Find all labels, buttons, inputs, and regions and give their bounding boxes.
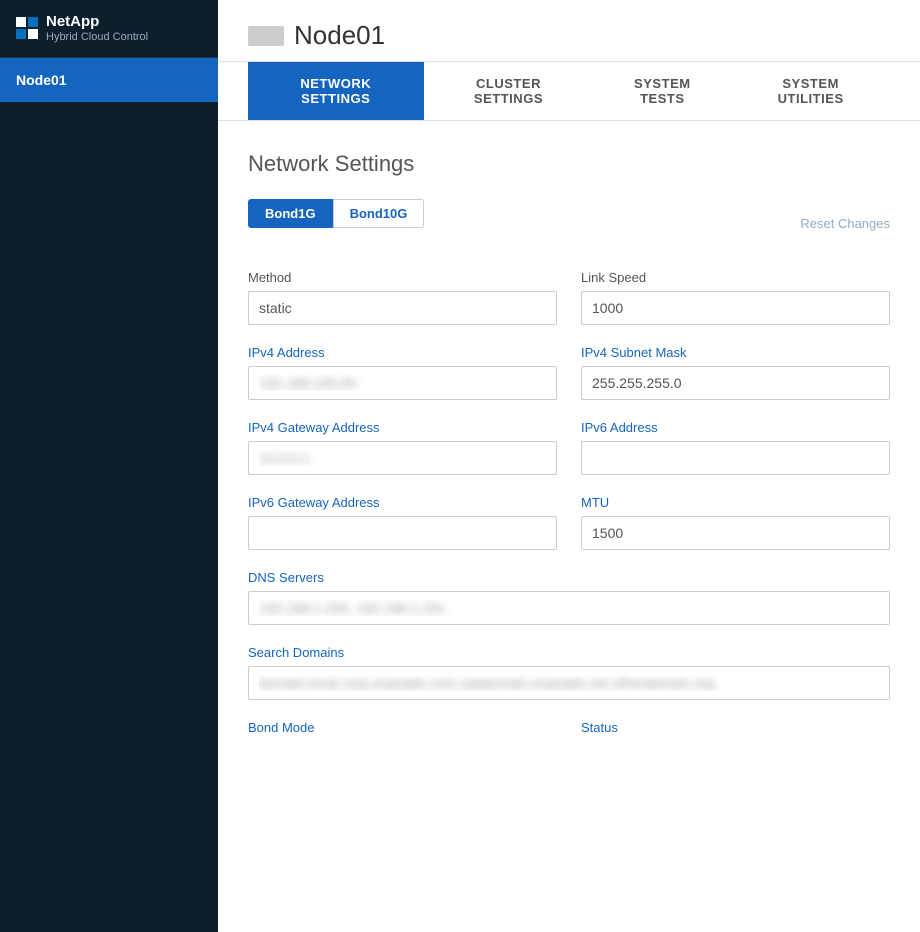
ipv4-subnet-group: IPv4 Subnet Mask [581, 345, 890, 400]
ipv4-address-input[interactable] [248, 366, 557, 400]
bond-mode-group: Bond Mode [248, 720, 557, 735]
sidebar: NetApp Hybrid Cloud Control Node01 [0, 0, 218, 932]
search-domains-group: Search Domains [248, 645, 890, 700]
tabs-bar: NETWORK SETTINGS CLUSTER SETTINGS SYSTEM… [218, 62, 920, 121]
ipv4-subnet-label: IPv4 Subnet Mask [581, 345, 890, 360]
netapp-logo-icon [16, 17, 38, 39]
ipv6-gateway-input[interactable] [248, 516, 557, 550]
app-subtitle: Hybrid Cloud Control [46, 31, 148, 43]
bond-mode-status-row: Bond Mode Status [248, 720, 890, 735]
mtu-group: MTU [581, 495, 890, 550]
dns-servers-label: DNS Servers [248, 570, 890, 585]
node-icon [248, 26, 284, 46]
main-content: Node01 NETWORK SETTINGS CLUSTER SETTINGS… [218, 0, 920, 932]
mtu-label: MTU [581, 495, 890, 510]
ipv4-gateway-label: IPv4 Gateway Address [248, 420, 557, 435]
ipv6-address-label: IPv6 Address [581, 420, 890, 435]
status-label: Status [581, 720, 890, 735]
link-speed-group: Link Speed [581, 270, 890, 325]
search-domains-input[interactable] [248, 666, 890, 700]
link-speed-label: Link Speed [581, 270, 890, 285]
sidebar-logo-text: NetApp Hybrid Cloud Control [46, 14, 148, 43]
mtu-input[interactable] [581, 516, 890, 550]
ipv6-gateway-mtu-row: IPv6 Gateway Address MTU [248, 495, 890, 550]
ipv4-address-label: IPv4 Address [248, 345, 557, 360]
tab-system-tests[interactable]: SYSTEM TESTS [593, 62, 731, 120]
link-speed-input[interactable] [581, 291, 890, 325]
dns-servers-input[interactable] [248, 591, 890, 625]
ipv6-gateway-group: IPv6 Gateway Address [248, 495, 557, 550]
status-group: Status [581, 720, 890, 735]
ipv4-gateway-group: IPv4 Gateway Address [248, 420, 557, 475]
content-area: Network Settings Bond1G Bond10G Reset Ch… [218, 121, 920, 785]
app-name: NetApp [46, 14, 148, 31]
bond-tab-1g[interactable]: Bond1G [248, 199, 333, 228]
ipv6-address-group: IPv6 Address [581, 420, 890, 475]
bond-mode-label: Bond Mode [248, 720, 557, 735]
method-group: Method [248, 270, 557, 325]
section-title: Network Settings [248, 151, 890, 177]
tab-network-settings[interactable]: NETWORK SETTINGS [248, 62, 424, 120]
method-linkspeed-row: Method Link Speed [248, 270, 890, 325]
sidebar-node-item[interactable]: Node01 [0, 58, 218, 102]
bond-tabs-row: Bond1G Bond10G Reset Changes [248, 199, 890, 248]
page-header: Node01 [218, 0, 920, 62]
ipv6-address-input[interactable] [581, 441, 890, 475]
ipv4-gateway-input[interactable] [248, 441, 557, 475]
method-input[interactable] [248, 291, 557, 325]
tab-system-utilities[interactable]: SYSTEM UTILITIES [731, 62, 890, 120]
ipv4-address-group: IPv4 Address [248, 345, 557, 400]
ipv6-gateway-label: IPv6 Gateway Address [248, 495, 557, 510]
reset-changes-link[interactable]: Reset Changes [800, 216, 890, 231]
bond-tab-10g[interactable]: Bond10G [333, 199, 425, 228]
search-domains-label: Search Domains [248, 645, 890, 660]
ipv4-gateway-ipv6-row: IPv4 Gateway Address IPv6 Address [248, 420, 890, 475]
ipv4-row: IPv4 Address IPv4 Subnet Mask [248, 345, 890, 400]
ipv4-subnet-input[interactable] [581, 366, 890, 400]
tab-cluster-settings[interactable]: CLUSTER SETTINGS [424, 62, 594, 120]
method-label: Method [248, 270, 557, 285]
dns-servers-group: DNS Servers [248, 570, 890, 625]
sidebar-logo: NetApp Hybrid Cloud Control [0, 0, 218, 58]
bond-tabs: Bond1G Bond10G [248, 199, 424, 228]
page-title: Node01 [294, 20, 385, 51]
